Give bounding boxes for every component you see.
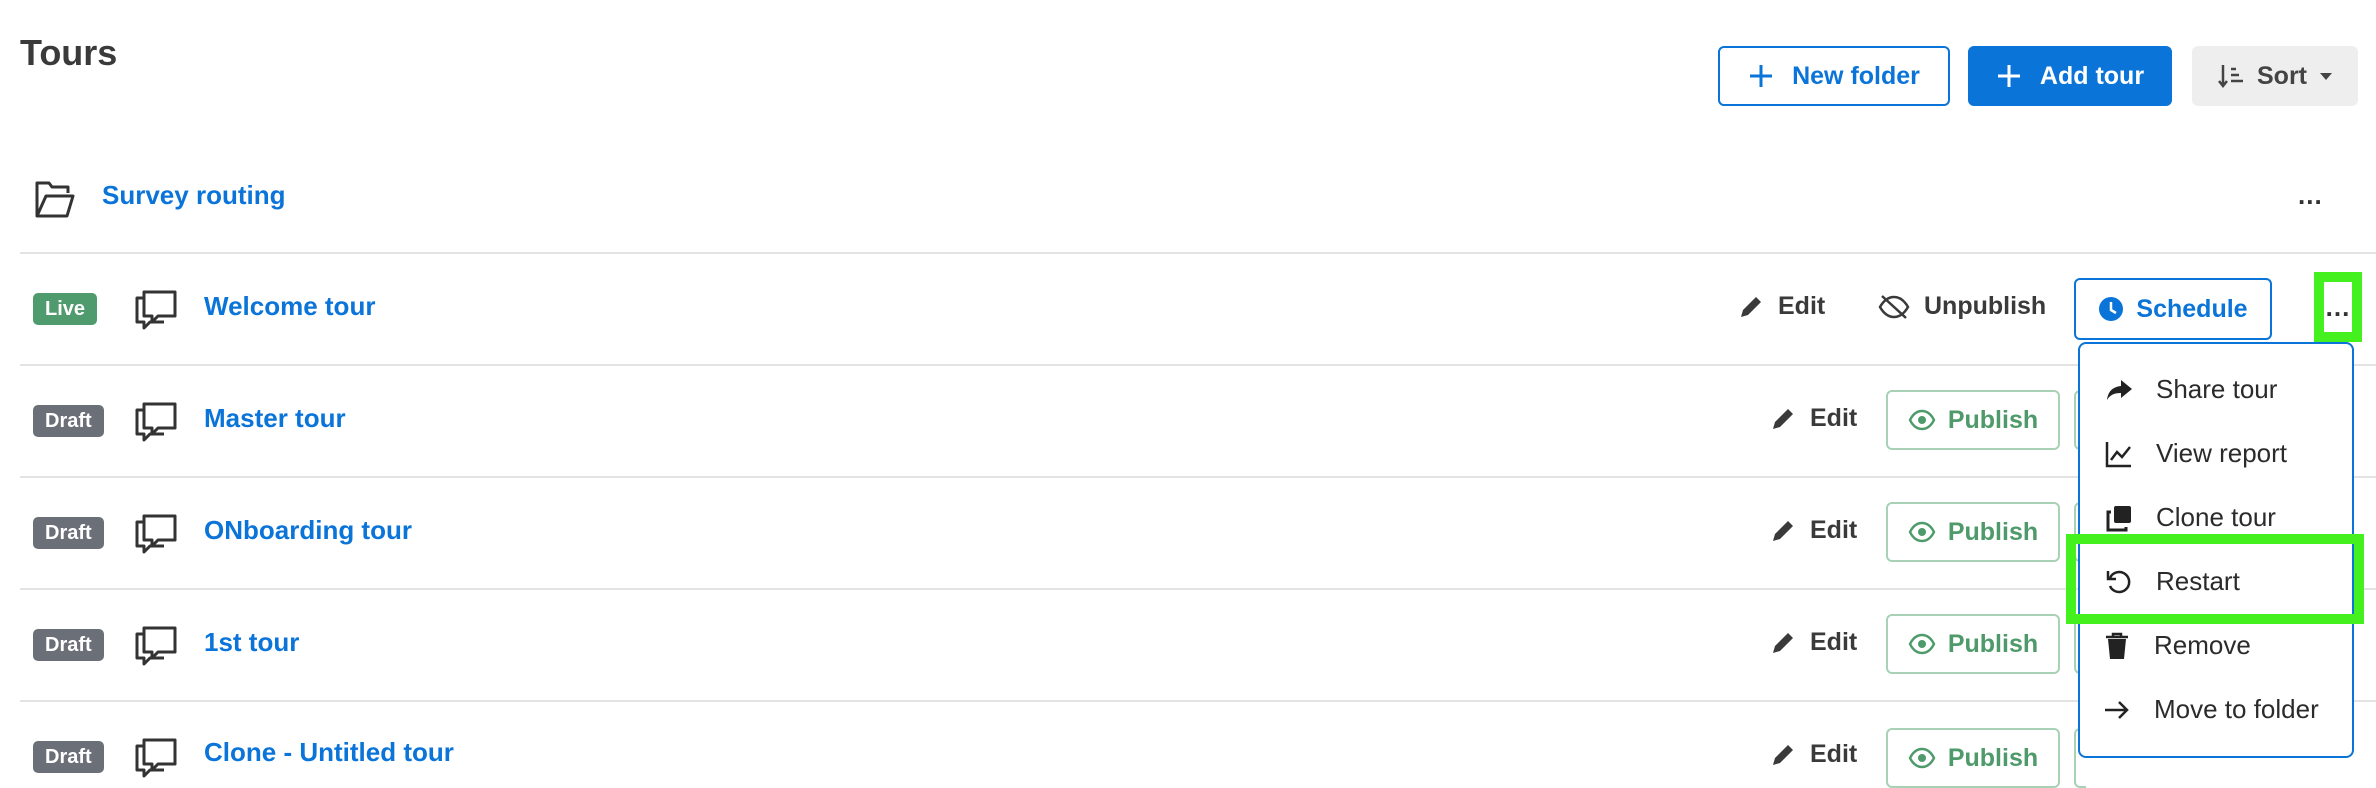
pencil-icon — [1773, 520, 1793, 541]
menu-item-restart[interactable]: Restart — [2104, 566, 2240, 597]
new-folder-button[interactable]: New folder — [1718, 46, 1950, 106]
add-tour-label: Add tour — [2039, 61, 2145, 90]
folder-more-button[interactable]: ... — [2298, 180, 2323, 211]
menu-item-view-report[interactable]: View report — [2104, 438, 2287, 469]
eye-icon — [1908, 747, 1936, 769]
sort-label: Sort — [2257, 61, 2307, 90]
menu-item-label: View report — [2156, 438, 2288, 468]
publish-button[interactable]: Publish — [1886, 502, 2060, 562]
menu-item-remove[interactable]: Remove — [2102, 630, 2251, 661]
menu-item-move-to-folder[interactable]: Move to folder — [2102, 694, 2319, 725]
publish-label: Publish — [1947, 405, 2039, 434]
arrow-right-icon — [2105, 700, 2129, 719]
edit-label: Edit — [1778, 292, 1826, 320]
publish-button[interactable]: Publish — [1886, 390, 2060, 450]
divider — [20, 252, 2376, 254]
edit-label: Edit — [1810, 740, 1858, 768]
status-badge: Draft — [33, 405, 104, 437]
sort-dropdown[interactable]: Sort — [2192, 46, 2358, 106]
status-badge: Draft — [33, 741, 104, 773]
divider — [20, 588, 2376, 590]
plus-icon — [1997, 65, 2020, 87]
tour-icon — [135, 626, 177, 666]
tour-icon — [135, 290, 177, 330]
publish-label: Publish — [1947, 517, 2039, 546]
eye-icon — [1908, 521, 1936, 543]
page-title: Tours — [20, 32, 118, 73]
tour-link-welcome-tour[interactable]: Welcome tour — [204, 291, 375, 322]
folder-link-survey-routing[interactable]: Survey routing — [102, 180, 285, 211]
status-badge: Live — [33, 293, 98, 325]
publish-label: Publish — [1947, 629, 2039, 658]
tour-icon — [135, 514, 177, 554]
schedule-button[interactable]: Schedule — [2074, 278, 2272, 340]
unpublish-button[interactable]: Unpublish — [1878, 292, 2046, 321]
divider — [20, 476, 2376, 478]
add-tour-button[interactable]: Add tour — [1968, 46, 2172, 106]
edit-button[interactable]: Edit — [1770, 628, 1857, 657]
clone-icon — [2106, 505, 2131, 531]
eye-icon — [1908, 409, 1936, 431]
caret-down-icon — [2320, 73, 2332, 80]
menu-item-label: Restart — [2156, 566, 2240, 596]
menu-item-label: Clone tour — [2156, 502, 2276, 532]
tour-link-master-tour[interactable]: Master tour — [204, 403, 346, 434]
tour-link-onboarding-tour[interactable]: ONboarding tour — [204, 515, 412, 546]
restart-icon — [2106, 570, 2131, 593]
divider — [20, 364, 2376, 366]
status-badge: Draft — [33, 517, 104, 549]
edit-button[interactable]: Edit — [1770, 516, 1857, 545]
menu-item-clone-tour[interactable]: Clone tour — [2104, 502, 2276, 533]
tour-link-clone-untitled-tour[interactable]: Clone - Untitled tour — [204, 737, 454, 768]
pencil-icon — [1773, 632, 1793, 653]
divider — [20, 700, 2376, 702]
sort-icon — [2218, 65, 2243, 89]
menu-item-label: Share tour — [2156, 374, 2278, 404]
tour-link-1st-tour[interactable]: 1st tour — [204, 627, 299, 658]
menu-item-label: Remove — [2154, 630, 2251, 660]
eye-icon — [1908, 633, 1936, 655]
edit-button[interactable]: Edit — [1738, 292, 1825, 321]
share-icon — [2107, 379, 2132, 400]
new-folder-label: New folder — [1792, 61, 1920, 90]
tour-icon — [135, 738, 177, 778]
plus-icon — [1750, 65, 1773, 87]
unpublish-label: Unpublish — [1924, 292, 2047, 320]
folder-open-icon — [35, 181, 75, 218]
pencil-icon — [1773, 408, 1793, 429]
trash-icon — [2106, 632, 2128, 659]
publish-button[interactable]: Publish — [1886, 728, 2060, 788]
chart-line-icon — [2105, 441, 2131, 467]
clock-icon — [2099, 297, 2124, 321]
tour-icon — [135, 402, 177, 442]
publish-button[interactable]: Publish — [1886, 614, 2060, 674]
edit-label: Edit — [1810, 516, 1858, 544]
edit-label: Edit — [1810, 628, 1858, 656]
edit-label: Edit — [1810, 404, 1858, 432]
menu-item-label: Move to folder — [2154, 694, 2319, 724]
menu-item-share-tour[interactable]: Share tour — [2104, 374, 2277, 405]
eye-slash-icon — [1878, 294, 1910, 319]
pencil-icon — [1773, 744, 1793, 765]
pencil-icon — [1741, 296, 1761, 317]
tour-more-button[interactable]: ... — [2316, 272, 2360, 342]
tour-context-menu: Share tour View report Clone tour Restar… — [2078, 342, 2354, 758]
edit-button[interactable]: Edit — [1770, 740, 1857, 769]
edit-button[interactable]: Edit — [1770, 404, 1857, 433]
schedule-label: Schedule — [2136, 294, 2248, 323]
status-badge: Draft — [33, 629, 104, 661]
publish-label: Publish — [1947, 743, 2039, 772]
